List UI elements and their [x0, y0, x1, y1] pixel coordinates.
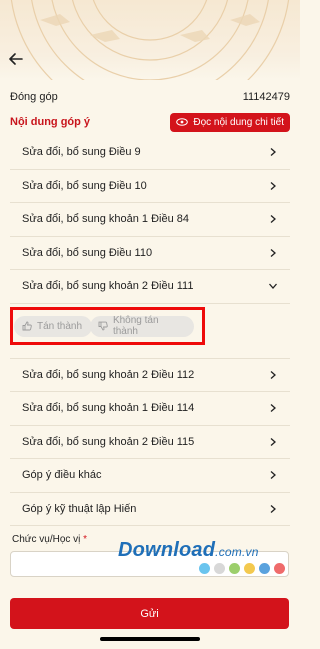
list-item[interactable]: Sửa đổi, bổ sung khoản 1 Điều 84: [10, 203, 290, 237]
watermark-dots: [199, 563, 285, 574]
watermark-dot: [214, 563, 225, 574]
position-label-text: Chức vụ/Học vị: [12, 534, 81, 545]
read-detail-label: Đọc nội dung chi tiết: [193, 116, 284, 128]
list-item-label: Sửa đổi, bổ sung Điều 9: [22, 146, 141, 159]
list-item[interactable]: Sửa đổi, bổ sung Điều 9: [10, 136, 290, 170]
vote-panel: Tán thành Không tán thành: [10, 304, 290, 359]
chevron-right-icon: [270, 504, 276, 513]
section-header: Nội dung góp ý Đọc nội dung chi tiết: [10, 112, 290, 132]
agree-button[interactable]: Tán thành: [14, 315, 92, 337]
contribution-label: Đóng góp: [10, 91, 58, 103]
disagree-label: Không tán thành: [112, 315, 159, 337]
watermark-dot: [274, 563, 285, 574]
contribution-id: 11142479: [242, 91, 290, 103]
list-item-label: Sửa đổi, bổ sung Điều 10: [22, 179, 147, 192]
list-item-label: Góp ý kỹ thuật lập Hiến: [22, 502, 137, 515]
list-item-label: Sửa đổi, bổ sung khoản 2 Điều 115: [22, 435, 195, 448]
chevron-down-icon: [269, 283, 277, 290]
drum-pattern-decoration: [10, 0, 290, 80]
chevron-right-icon: [270, 404, 276, 413]
list-item-label: Góp ý điều khác: [22, 469, 102, 482]
list-item[interactable]: Góp ý điều khác: [10, 459, 290, 493]
watermark-suffix: .com.vn: [215, 545, 259, 559]
chevron-right-icon: [270, 215, 276, 224]
submit-button[interactable]: Gửi: [10, 598, 289, 629]
agree-label: Tán thành: [37, 320, 83, 332]
required-mark: *: [83, 534, 88, 545]
watermark-dot: [244, 563, 255, 574]
chevron-right-icon: [270, 437, 276, 446]
watermark-dot: [199, 563, 210, 574]
read-detail-button[interactable]: Đọc nội dung chi tiết: [170, 112, 290, 132]
list-item[interactable]: Sửa đổi, bổ sung Điều 110: [10, 237, 290, 270]
list-item-label: Sửa đổi, bổ sung khoản 1 Điều 114: [22, 402, 195, 415]
thumbs-up-icon: [22, 321, 32, 331]
position-field-label: Chức vụ/Học vị *: [12, 534, 87, 545]
content-list: Sửa đổi, bổ sung Điều 9 Sửa đổi, bổ sung…: [10, 136, 290, 526]
list-item-label: Sửa đổi, bổ sung khoản 1 Điều 84: [22, 213, 189, 226]
disagree-button[interactable]: Không tán thành: [90, 315, 194, 337]
list-item-label: Sửa đổi, bổ sung khoản 2 Điều 111: [22, 280, 194, 293]
chevron-right-icon: [270, 181, 276, 190]
list-item-label: Sửa đổi, bổ sung Điều 110: [22, 246, 153, 259]
watermark-brand: Download: [118, 539, 216, 561]
section-title: Nội dung góp ý: [10, 116, 91, 128]
chevron-right-icon: [270, 248, 276, 257]
list-item-expanded-header[interactable]: Sửa đổi, bổ sung khoản 2 Điều 111: [10, 270, 290, 304]
submit-label: Gửi: [140, 607, 159, 620]
list-item[interactable]: Góp ý kỹ thuật lập Hiến: [10, 493, 290, 526]
list-item[interactable]: Sửa đổi, bổ sung khoản 1 Điều 114: [10, 392, 290, 426]
list-item-label: Sửa đổi, bổ sung khoản 2 Điều 112: [22, 368, 195, 381]
list-item[interactable]: Sửa đổi, bổ sung Điều 10: [10, 170, 290, 203]
contribution-row: Đóng góp 11142479: [10, 87, 290, 107]
watermark-logo: Download.com.vn: [118, 539, 259, 562]
eye-icon: [176, 118, 189, 126]
header-banner: [0, 0, 300, 80]
thumbs-down-icon: [98, 321, 108, 331]
chevron-right-icon: [270, 148, 276, 157]
list-item[interactable]: Sửa đổi, bổ sung khoản 2 Điều 112: [10, 359, 290, 392]
watermark-dot: [229, 563, 240, 574]
chevron-right-icon: [270, 471, 276, 480]
back-arrow-icon[interactable]: [6, 49, 26, 69]
home-indicator[interactable]: [100, 637, 200, 641]
chevron-right-icon: [270, 370, 276, 379]
list-item[interactable]: Sửa đổi, bổ sung khoản 2 Điều 115: [10, 426, 290, 459]
watermark-dot: [259, 563, 270, 574]
